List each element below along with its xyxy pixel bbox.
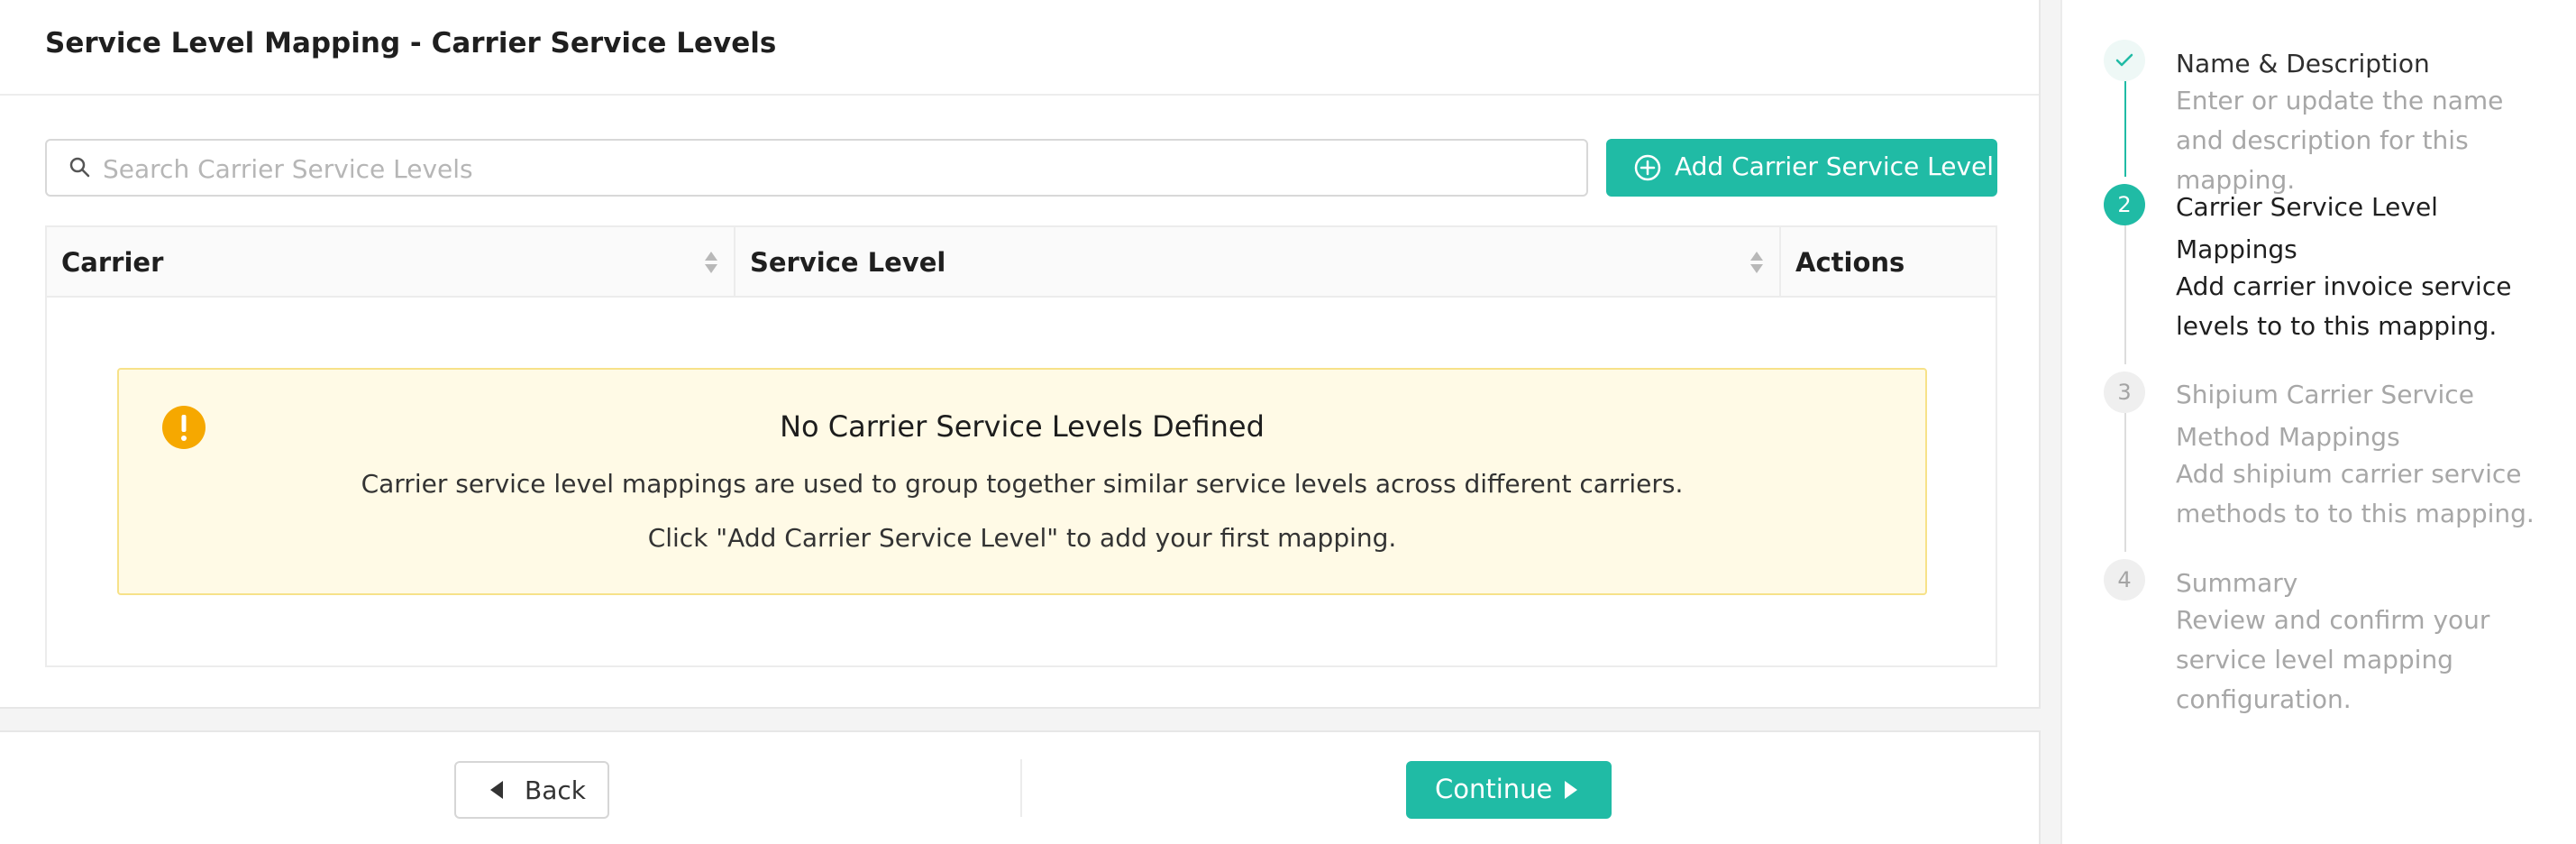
step-description: Add shipium carrier service methods to t… (2176, 459, 2535, 528)
step-title: Shipium Carrier Service Method Mappings (2176, 380, 2474, 452)
column-header-label: Carrier (61, 247, 164, 278)
continue-button-label: Continue (1435, 774, 1553, 804)
sort-icon[interactable] (703, 250, 719, 275)
column-header-actions: Actions (1781, 227, 1996, 296)
plus-circle-icon (1634, 154, 1661, 181)
back-button[interactable]: Back (454, 761, 609, 819)
triangle-right-icon (1565, 781, 1577, 799)
step-description: Enter or update the name and description… (2176, 86, 2504, 195)
column-header-carrier[interactable]: Carrier (47, 227, 735, 296)
page-title: Service Level Mapping - Carrier Service … (45, 27, 777, 60)
add-carrier-service-level-label: Add Carrier Service Level (1675, 151, 1995, 181)
column-header-label: Actions (1795, 247, 1905, 278)
add-carrier-service-level-button[interactable]: Add Carrier Service Level (1606, 139, 1997, 197)
check-icon (2115, 53, 2133, 67)
wizard-stepper-content: Name & Description Enter or update the n… (2060, 0, 2576, 844)
step-description: Add carrier invoice service levels to to… (2176, 271, 2512, 341)
search-icon (69, 157, 90, 178)
wizard-footer: Back Continue (0, 730, 2041, 844)
step-title: Name & Description (2176, 49, 2430, 78)
carrier-service-levels-table: Carrier Service Level Actions No Carrier… (45, 225, 1997, 667)
empty-state-description: Carrier service level mappings are used … (361, 469, 1684, 499)
step-indicator (2104, 40, 2145, 81)
triangle-left-icon (490, 781, 503, 799)
footer-divider (1020, 759, 1022, 817)
step-title: Carrier Service Level Mappings (2176, 192, 2438, 264)
back-button-label: Back (525, 775, 586, 805)
continue-button[interactable]: Continue (1406, 761, 1612, 819)
step-title: Summary (2176, 568, 2298, 598)
search-box[interactable] (45, 139, 1588, 197)
step-description: Review and confirm your service level ma… (2176, 605, 2490, 714)
table-header: Carrier Service Level Actions (47, 227, 1996, 298)
column-header-service-level[interactable]: Service Level (735, 227, 1781, 296)
step-indicator: 3 (2104, 372, 2145, 413)
service-level-card: Service Level Mapping - Carrier Service … (0, 0, 2041, 709)
empty-state-title: No Carrier Service Levels Defined (780, 409, 1265, 444)
card-header: Service Level Mapping - Carrier Service … (0, 0, 2039, 96)
search-input[interactable] (101, 141, 1574, 197)
step-indicator: 2 (2104, 184, 2145, 225)
column-header-label: Service Level (750, 247, 946, 278)
sort-icon[interactable] (1749, 250, 1765, 275)
step-indicator: 4 (2104, 559, 2145, 601)
empty-state-alert: No Carrier Service Levels Defined Carrie… (117, 368, 1927, 595)
empty-state-instruction: Click "Add Carrier Service Level" to add… (647, 523, 1397, 553)
